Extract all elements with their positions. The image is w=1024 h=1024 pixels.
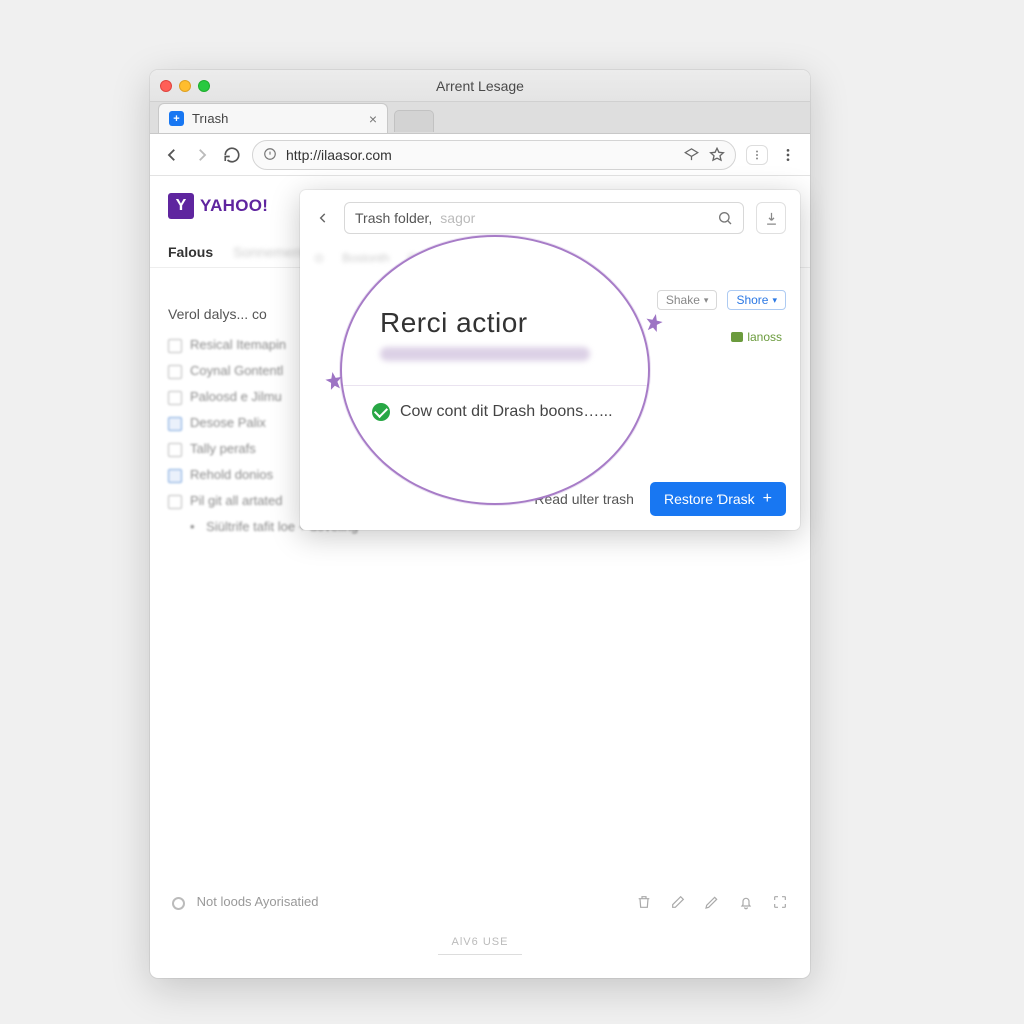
download-button[interactable] xyxy=(756,202,786,234)
panel-chips: Shake▾ Shore▾ xyxy=(657,290,786,310)
trash-icon[interactable] xyxy=(636,894,652,910)
panel-back-button[interactable] xyxy=(314,209,332,227)
yahoo-logo-icon: Y xyxy=(168,193,194,219)
panel-header: Trash folder, sagor xyxy=(300,190,800,246)
browser-menu-button[interactable] xyxy=(778,145,798,165)
lens-blur-line xyxy=(380,347,590,361)
bookmark-star-icon[interactable] xyxy=(709,147,725,163)
nav-back-button[interactable] xyxy=(162,145,182,165)
tab-close-icon[interactable]: × xyxy=(369,111,377,127)
address-bar[interactable]: http://ilaasor.com xyxy=(252,140,736,170)
tab-favicon-icon: + xyxy=(169,111,184,126)
browser-tab[interactable]: + Trıash × xyxy=(158,103,388,133)
panel-search-input[interactable]: Trash folder, sagor xyxy=(344,202,744,234)
url-text: http://ilaasor.com xyxy=(286,147,676,163)
restore-button[interactable]: Restore Ɗrask + xyxy=(650,482,786,516)
badge-icon xyxy=(731,332,743,342)
search-prefix: Trash folder, xyxy=(355,210,432,226)
nav-tab-active[interactable]: Falous xyxy=(168,244,213,260)
expand-icon[interactable] xyxy=(772,894,788,910)
close-window-button[interactable] xyxy=(160,80,172,92)
footer-actions xyxy=(636,894,788,910)
magnifier-lens: Rerci actior Cow cont dit Drash boons…..… xyxy=(340,235,650,505)
lens-title: Rerci actior xyxy=(380,307,528,339)
edit-icon[interactable] xyxy=(670,894,686,910)
chip-share[interactable]: Shore▾ xyxy=(727,290,786,310)
search-ghost: sagor xyxy=(440,210,475,226)
footer-tag: AlV6 USE xyxy=(438,936,523,955)
nav-forward-button[interactable] xyxy=(192,145,212,165)
window-title: Arrent Lesage xyxy=(150,78,810,94)
minimize-window-button[interactable] xyxy=(179,80,191,92)
yahoo-logo-text: YAHOO! xyxy=(200,196,268,216)
pen-icon[interactable] xyxy=(704,894,720,910)
panel-badge: lanoss xyxy=(731,330,782,344)
annotation-star-right-icon xyxy=(641,310,667,336)
tabstrip: + Trıash × xyxy=(150,102,810,134)
search-icon[interactable] xyxy=(717,210,733,226)
chip-shake[interactable]: Shake▾ xyxy=(657,290,718,310)
yahoo-logo[interactable]: Y YAHOO! xyxy=(168,193,268,219)
status-circle-icon xyxy=(172,897,185,910)
install-icon[interactable] xyxy=(684,147,699,163)
extensions-button[interactable] xyxy=(746,145,768,165)
page-footer: Not loods Ayorisatied AlV6 USE xyxy=(150,884,810,958)
traffic-lights xyxy=(160,80,210,92)
plus-icon: + xyxy=(763,490,772,508)
lens-divider xyxy=(342,385,648,386)
lens-confirm-row: Cow cont dit Drash boons…... xyxy=(372,403,613,421)
titlebar: Arrent Lesage xyxy=(150,70,810,102)
new-tab-button[interactable] xyxy=(394,110,434,132)
zoom-window-button[interactable] xyxy=(198,80,210,92)
tab-title: Trıash xyxy=(192,111,228,126)
annotation-star-left-icon xyxy=(321,368,346,393)
site-info-icon[interactable] xyxy=(263,147,278,162)
footer-status: Not loods Ayorisatied xyxy=(172,894,319,909)
nav-tab-blurred: Sonnement xyxy=(233,244,305,260)
check-icon xyxy=(372,403,390,421)
reload-button[interactable] xyxy=(222,145,242,165)
bell-icon[interactable] xyxy=(738,894,754,910)
toolbar: http://ilaasor.com xyxy=(150,134,810,176)
